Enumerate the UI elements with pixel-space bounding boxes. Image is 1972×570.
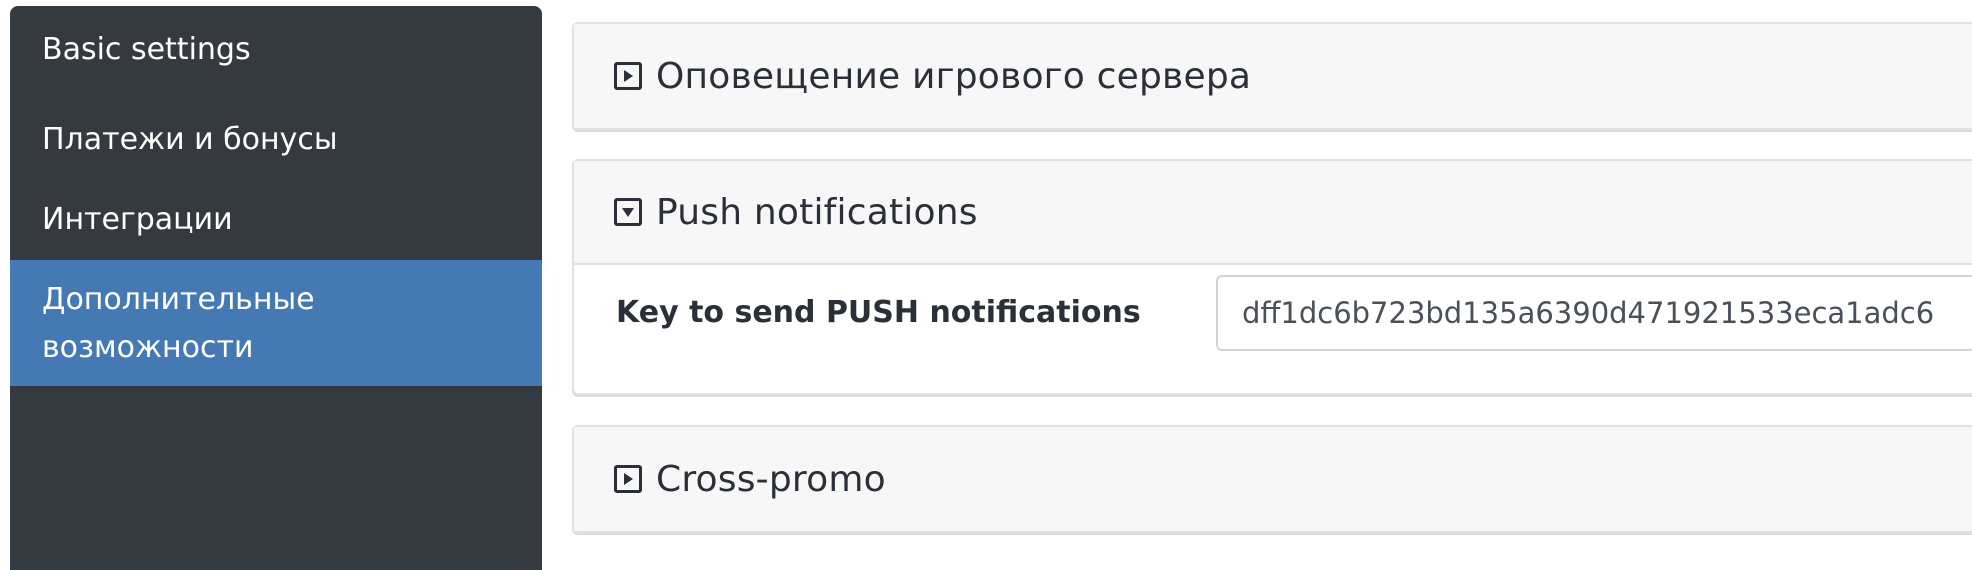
- sidebar: Basic settings Платежи и бонусы Интеграц…: [10, 6, 542, 570]
- sidebar-item-additional-features[interactable]: Дополнительные возможности: [10, 260, 542, 386]
- panel-header[interactable]: Push notifications: [574, 161, 1972, 265]
- collapse-icon: [614, 198, 642, 226]
- sidebar-item-label: Интеграции: [42, 202, 233, 237]
- sidebar-item-basic-settings[interactable]: Basic settings: [10, 6, 542, 100]
- expand-icon: [614, 62, 642, 90]
- sidebar-item-label: Basic settings: [42, 32, 251, 67]
- panel-push-notifications: Push notifications Key to send PUSH noti…: [572, 159, 1972, 395]
- panel-header[interactable]: Cross-promo: [574, 427, 1972, 531]
- sidebar-item-integrations[interactable]: Интеграции: [10, 180, 542, 260]
- panel-title: Push notifications: [656, 191, 978, 233]
- panel-title: Cross-promo: [656, 458, 886, 500]
- panel-cross-promo: Cross-promo: [572, 425, 1972, 533]
- settings-page: Basic settings Платежи и бонусы Интеграц…: [0, 0, 1972, 570]
- panel-title: Оповещение игрового сервера: [656, 55, 1252, 97]
- push-key-input[interactable]: [1216, 275, 1972, 351]
- sidebar-item-payments-bonuses[interactable]: Платежи и бонусы: [10, 100, 542, 180]
- sidebar-item-label: Дополнительные возможности: [42, 282, 315, 365]
- panel-header[interactable]: Оповещение игрового сервера: [574, 24, 1972, 128]
- panel-game-server-notification: Оповещение игрового сервера: [572, 22, 1972, 130]
- panel-body: Key to send PUSH notifications: [574, 265, 1972, 393]
- main-content: Оповещение игрового сервера Push notific…: [572, 0, 1972, 570]
- push-key-label: Key to send PUSH notifications: [616, 295, 1141, 330]
- expand-icon: [614, 465, 642, 493]
- sidebar-item-label: Платежи и бонусы: [42, 122, 338, 157]
